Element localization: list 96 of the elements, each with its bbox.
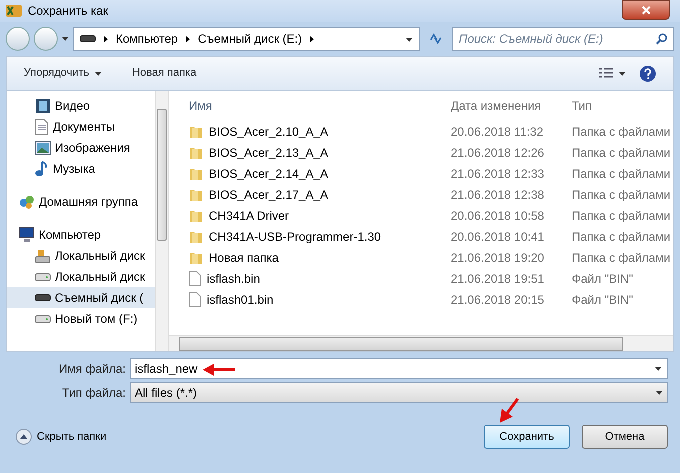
folder-icon	[189, 230, 203, 244]
document-icon	[35, 118, 49, 134]
file-name[interactable]: BIOS_Acer_2.13_A_A	[209, 144, 328, 162]
history-dropdown-icon	[62, 37, 69, 41]
window-title: Сохранить как	[28, 3, 108, 20]
collapse-icon	[16, 429, 32, 445]
sidebar-item[interactable]: Видео	[15, 95, 155, 116]
music-note-icon	[35, 160, 49, 176]
folder-icon	[189, 250, 203, 264]
filename-field[interactable]: isflash_new	[130, 358, 668, 379]
folder-icon	[189, 146, 203, 160]
type-cell: Файл "BIN"	[572, 292, 634, 306]
chevron-icon	[310, 36, 314, 42]
cancel-button[interactable]: Отмена	[582, 425, 668, 449]
picture-icon	[35, 140, 51, 154]
drive-icon	[35, 294, 51, 302]
sidebar-item[interactable]: Компьютер	[15, 224, 155, 245]
column-header[interactable]: Тип	[572, 99, 592, 113]
file-icon	[189, 271, 201, 286]
drive-icon	[80, 35, 96, 43]
column-header[interactable]: Дата изменения	[451, 99, 542, 113]
file-name[interactable]: isflash01.bin	[207, 290, 274, 308]
chevron-icon	[186, 36, 190, 42]
date-cell: 21.06.2018 19:51	[451, 272, 544, 286]
field-label: Имя файла:	[58, 360, 127, 378]
type-cell: Папка с файлами	[572, 208, 671, 222]
address-bar[interactable]: Компьютер Съемный диск (E:)	[73, 27, 420, 51]
sidebar-item[interactable]: Локальный диск	[15, 245, 155, 266]
arrow-annotation	[203, 364, 235, 376]
type-cell: Папка с файлами	[572, 230, 671, 244]
sidebar-item[interactable]: Домашняя группа	[15, 191, 155, 212]
sidebar-item[interactable]: Съемный диск (	[7, 287, 155, 308]
file-name[interactable]: Новая папка	[209, 248, 279, 266]
arrow-annotation	[499, 398, 519, 424]
hide-folders-button[interactable]: Скрыть папки	[16, 428, 107, 446]
date-cell: 21.06.2018 19:20	[451, 250, 544, 264]
date-cell: 20.06.2018 10:41	[451, 230, 544, 244]
dropdown-icon	[656, 390, 663, 394]
chevron-icon	[104, 36, 108, 42]
date-cell: 21.06.2018 20:15	[451, 292, 544, 306]
sidebar-item[interactable]: Музыка	[15, 158, 155, 179]
breadcrumb[interactable]: Съемный диск (E:)	[198, 30, 302, 48]
folder-icon	[189, 208, 203, 222]
date-cell: 20.06.2018 10:58	[451, 208, 544, 222]
field-label: Тип файла:	[61, 384, 127, 402]
date-cell: 21.06.2018 12:38	[451, 188, 544, 202]
close-button[interactable]	[622, 0, 670, 20]
file-name[interactable]: BIOS_Acer_2.10_A_A	[209, 122, 328, 140]
drive-icon	[35, 248, 51, 264]
help-icon[interactable]	[639, 64, 657, 82]
sidebar-item[interactable]: Новый том (F:)	[15, 308, 155, 329]
new-folder-button[interactable]: Новая папка	[131, 64, 198, 83]
drive-icon	[35, 272, 51, 282]
computer-icon	[19, 226, 35, 242]
file-name[interactable]: BIOS_Acer_2.17_A_A	[209, 186, 328, 204]
type-cell: Папка с файлами	[572, 250, 671, 264]
forward-button[interactable]	[34, 27, 58, 51]
file-name[interactable]: BIOS_Acer_2.14_A_A	[209, 164, 328, 182]
drive-icon	[35, 314, 51, 324]
type-cell: Папка с файлами	[572, 124, 671, 138]
file-name[interactable]: CH341A-USB-Programmer-1.30	[209, 228, 382, 246]
sidebar-item[interactable]: Локальный диск	[15, 266, 155, 287]
filetype-dropdown[interactable]: All files (*.*)	[130, 382, 668, 403]
search-icon	[656, 33, 668, 45]
folder-icon	[189, 188, 203, 202]
date-cell: 21.06.2018 12:33	[451, 166, 544, 180]
app-icon	[6, 5, 22, 17]
type-cell: Папка с файлами	[572, 166, 671, 180]
list-view-icon	[599, 68, 613, 79]
close-icon	[642, 6, 650, 14]
type-cell: Папка с файлами	[572, 188, 671, 202]
back-button[interactable]	[6, 27, 30, 51]
file-name[interactable]: isflash.bin	[207, 270, 260, 288]
search-field[interactable]: Поиск: Съемный диск (E:)	[452, 27, 674, 51]
caret-icon	[619, 72, 626, 76]
sidebar-item[interactable]: Изображения	[15, 137, 155, 158]
horizontal-scrollbar[interactable]	[169, 335, 673, 351]
people-icon	[19, 194, 35, 210]
file-name[interactable]: CH341A Driver	[209, 206, 290, 224]
dropdown-icon	[406, 38, 413, 42]
caret-icon	[95, 72, 102, 76]
date-cell: 20.06.2018 11:32	[451, 124, 544, 138]
file-icon	[189, 292, 201, 307]
type-cell: Папка с файлами	[572, 146, 671, 160]
breadcrumb[interactable]: Компьютер	[116, 30, 178, 48]
type-cell: Файл "BIN"	[572, 272, 634, 286]
dropdown-icon	[655, 366, 662, 370]
folder-icon	[189, 124, 203, 138]
vertical-scrollbar[interactable]	[155, 91, 169, 351]
sidebar-item[interactable]: Документы	[15, 116, 155, 137]
folder-icon	[189, 166, 203, 180]
date-cell: 21.06.2018 12:26	[451, 146, 544, 160]
view-button[interactable]	[598, 67, 627, 80]
column-header[interactable]: Имя	[189, 99, 212, 113]
save-button[interactable]: Сохранить	[484, 425, 570, 449]
organize-button[interactable]: Упорядочить	[23, 64, 104, 83]
